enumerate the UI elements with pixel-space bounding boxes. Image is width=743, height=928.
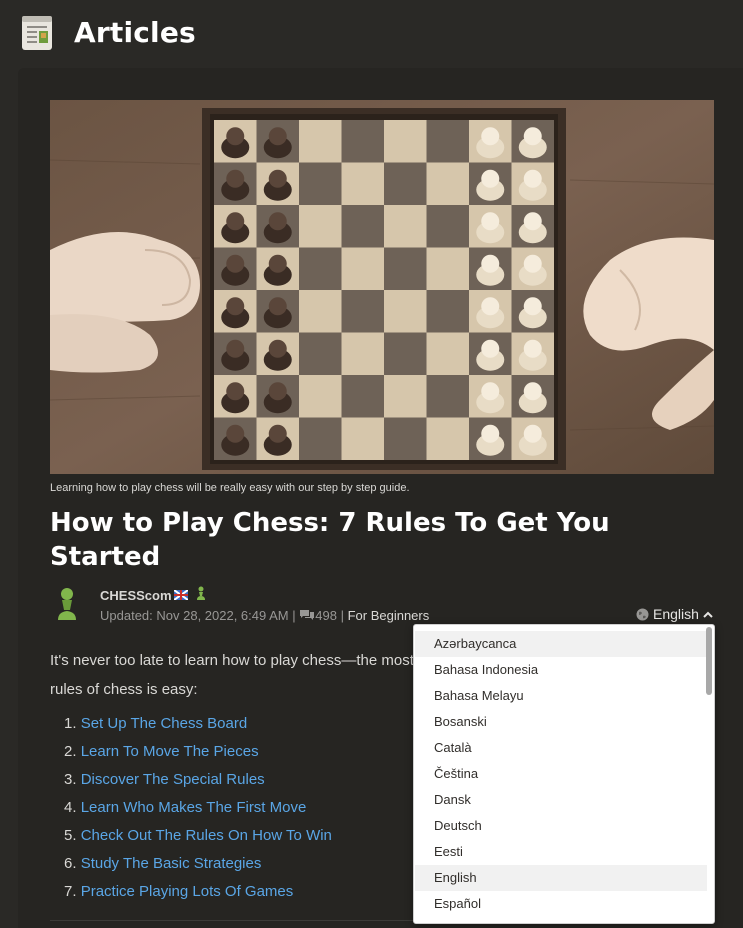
toc-item: 5. Check Out The Rules On How To Win — [64, 824, 332, 852]
board-square — [426, 205, 469, 248]
board-square — [426, 375, 469, 418]
board-square — [384, 375, 427, 418]
flag-icon — [173, 589, 189, 601]
comment-count[interactable]: 498 — [315, 608, 337, 623]
content-divider — [50, 920, 414, 921]
board-square — [384, 290, 427, 333]
board-square — [341, 205, 384, 248]
language-option[interactable]: Azərbaycanca — [415, 631, 707, 657]
language-toggle[interactable]: English — [636, 606, 713, 622]
toc-number: 1. — [64, 715, 77, 732]
page-title: Articles — [74, 16, 196, 49]
board-square — [341, 290, 384, 333]
articles-icon — [22, 16, 52, 50]
language-current: English — [653, 606, 699, 622]
language-option[interactable]: Čeština — [415, 761, 707, 787]
toc-number: 5. — [64, 827, 77, 844]
intro-line-2: rules of chess is easy: — [50, 681, 198, 698]
toc-link[interactable]: Learn To Move The Pieces — [81, 743, 259, 760]
language-option-selected[interactable]: English — [415, 865, 707, 891]
board-square — [341, 162, 384, 205]
board-square — [299, 375, 342, 418]
board-square — [341, 120, 384, 163]
board-square — [426, 120, 469, 163]
board-square — [384, 120, 427, 163]
board-square — [299, 205, 342, 248]
comments-icon — [300, 610, 315, 620]
pawn-icon — [197, 586, 206, 600]
toc-number: 3. — [64, 771, 77, 788]
board-square — [299, 120, 342, 163]
board-square — [299, 290, 342, 333]
board-square — [426, 332, 469, 375]
article-meta: Updated: Nov 28, 2022, 6:49 AM | 498 | F… — [100, 608, 429, 623]
toc-link[interactable]: Set Up The Chess Board — [81, 715, 247, 732]
toc-number: 7. — [64, 883, 77, 900]
author-badges — [173, 586, 207, 603]
board-square — [341, 417, 384, 460]
board-square — [426, 290, 469, 333]
dropdown-scrollbar[interactable] — [706, 627, 712, 695]
toc-item: 3. Discover The Special Rules — [64, 768, 332, 796]
board-square — [299, 417, 342, 460]
toc-link[interactable]: Discover The Special Rules — [81, 771, 265, 788]
board-square — [426, 247, 469, 290]
board-square — [341, 247, 384, 290]
toc-link[interactable]: Check Out The Rules On How To Win — [81, 827, 332, 844]
board-square — [384, 247, 427, 290]
author-name[interactable]: CHESScom — [100, 588, 172, 603]
board-square — [384, 332, 427, 375]
table-of-contents: 1. Set Up The Chess Board 2. Learn To Mo… — [64, 712, 332, 908]
board-square — [341, 375, 384, 418]
board-square — [384, 205, 427, 248]
toc-item: 4. Learn Who Makes The First Move — [64, 796, 332, 824]
board-square — [426, 162, 469, 205]
toc-item: 1. Set Up The Chess Board — [64, 712, 332, 740]
board-square — [384, 417, 427, 460]
language-option[interactable]: Català — [415, 735, 707, 761]
hero-caption: Learning how to play chess will be reall… — [50, 482, 410, 494]
board-square — [384, 162, 427, 205]
intro-line-1: It's never too late to learn how to play… — [50, 652, 414, 669]
updated-date: Updated: Nov 28, 2022, 6:49 AM | — [100, 608, 296, 623]
board-square — [299, 162, 342, 205]
article-intro: It's never too late to learn how to play… — [50, 646, 414, 704]
toc-link[interactable]: Practice Playing Lots Of Games — [81, 883, 294, 900]
toc-number: 6. — [64, 855, 77, 872]
meta-separator: | — [340, 608, 344, 623]
language-option[interactable]: Bahasa Indonesia — [415, 657, 707, 683]
article-title: How to Play Chess: 7 Rules To Get You St… — [50, 508, 610, 572]
toc-number: 4. — [64, 799, 77, 816]
board-square — [299, 332, 342, 375]
toc-link[interactable]: Study The Basic Strategies — [81, 855, 262, 872]
language-dropdown[interactable]: Azərbaycanca Bahasa Indonesia Bahasa Mel… — [413, 624, 715, 924]
language-list: Azərbaycanca Bahasa Indonesia Bahasa Mel… — [414, 625, 714, 917]
hero-image[interactable] — [50, 100, 714, 474]
toc-item: 2. Learn To Move The Pieces — [64, 740, 332, 768]
toc-number: 2. — [64, 743, 77, 760]
language-option[interactable]: Español — [415, 891, 707, 917]
board-square — [341, 332, 384, 375]
top-bar: Articles — [0, 0, 743, 68]
toc-item: 7. Practice Playing Lots Of Games — [64, 880, 332, 908]
chessboard-photo — [50, 100, 714, 474]
toc-item: 6. Study The Basic Strategies — [64, 852, 332, 880]
language-option[interactable]: Dansk — [415, 787, 707, 813]
toc-link[interactable]: Learn Who Makes The First Move — [81, 799, 307, 816]
globe-icon — [636, 608, 649, 620]
category-link[interactable]: For Beginners — [348, 608, 430, 623]
author-avatar[interactable] — [52, 586, 82, 622]
language-option[interactable]: Eesti — [415, 839, 707, 865]
chevron-up-icon — [703, 611, 713, 618]
language-option[interactable]: Deutsch — [415, 813, 707, 839]
language-option[interactable]: Bosanski — [415, 709, 707, 735]
language-option[interactable]: Bahasa Melayu — [415, 683, 707, 709]
board-square — [426, 417, 469, 460]
board-square — [299, 247, 342, 290]
